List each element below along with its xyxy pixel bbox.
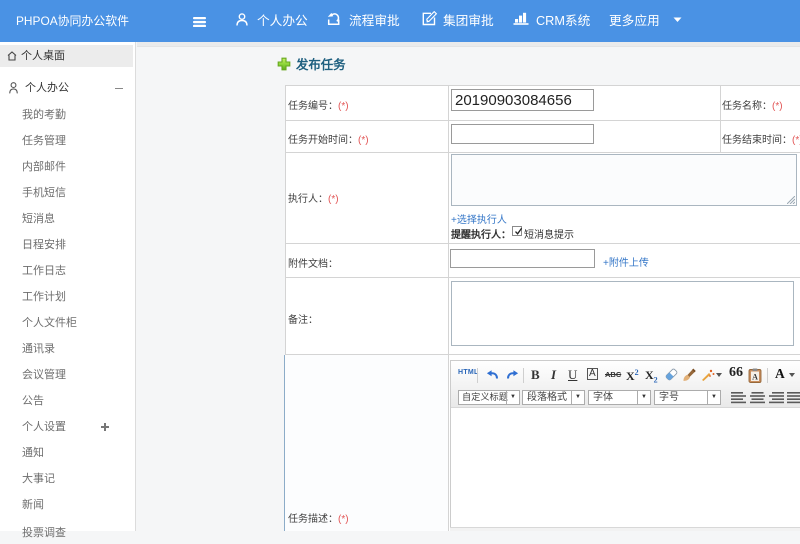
svg-text:A: A (752, 373, 758, 382)
